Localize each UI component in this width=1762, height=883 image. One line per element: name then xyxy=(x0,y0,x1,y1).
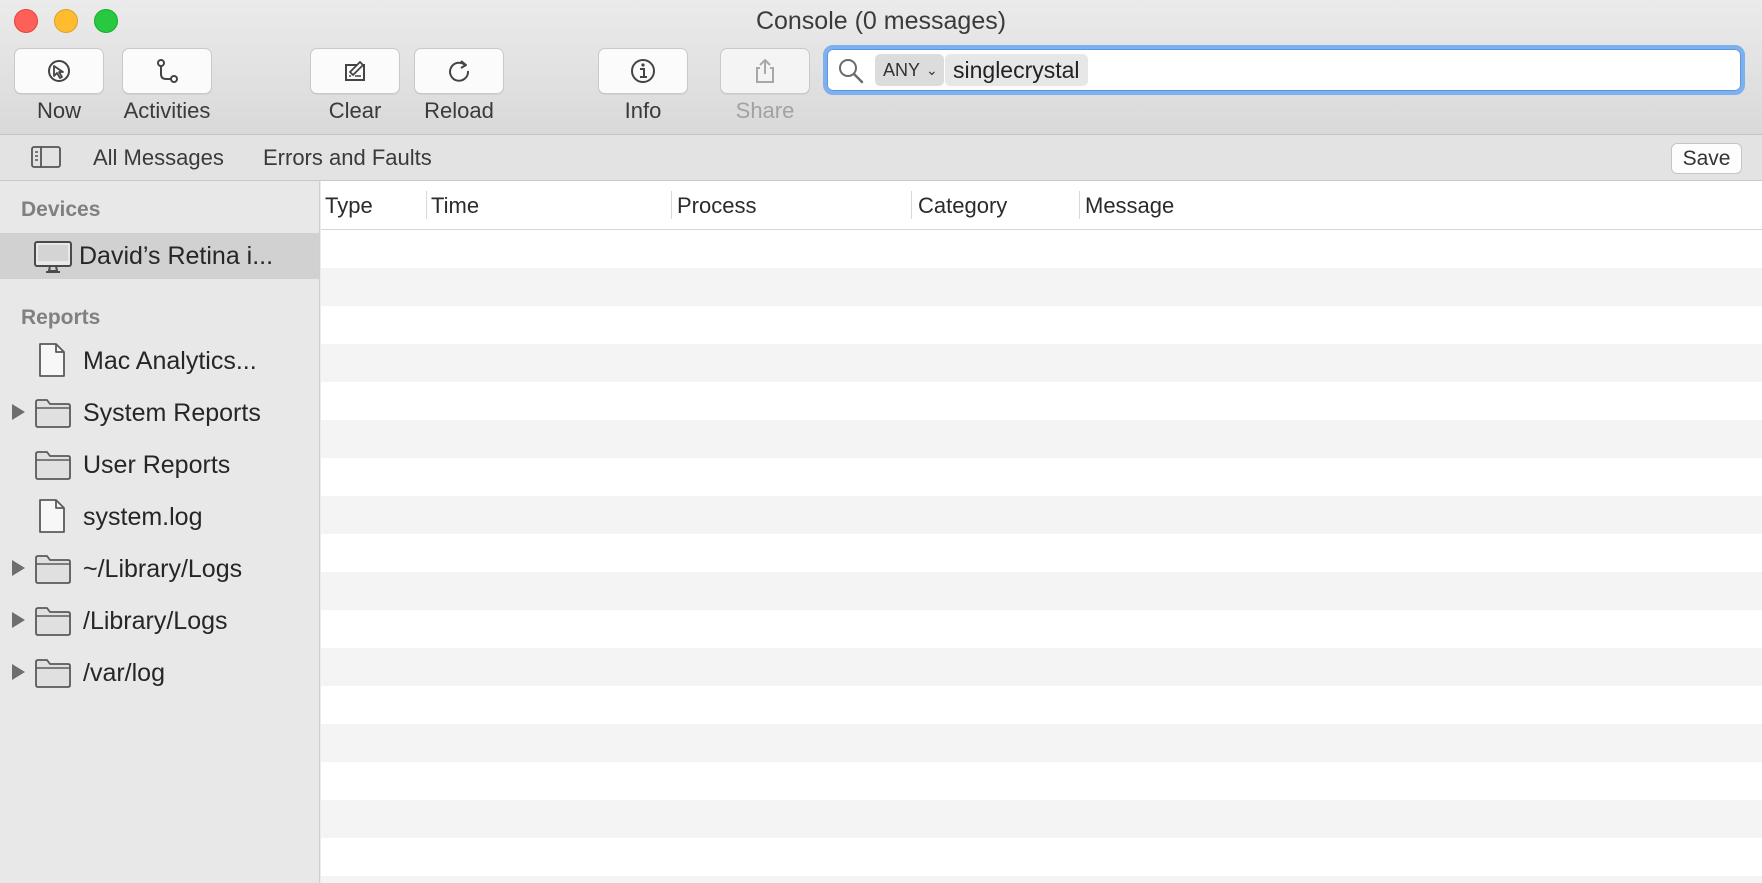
search-token-value[interactable]: singlecrystal xyxy=(945,54,1088,86)
all-messages-filter[interactable]: All Messages xyxy=(93,145,224,171)
empty-table-row xyxy=(321,344,1762,382)
report-label: User Reports xyxy=(83,451,231,479)
info-button[interactable] xyxy=(598,48,688,94)
now-label: Now xyxy=(36,98,81,123)
column-process[interactable]: Process xyxy=(677,193,756,219)
token-field-label: ANY xyxy=(883,59,921,80)
folder-icon xyxy=(34,397,72,434)
now-icon xyxy=(48,60,70,82)
document-icon xyxy=(38,498,66,539)
disclosure-triangle-icon[interactable] xyxy=(12,560,25,576)
sidebar-item-report[interactable]: System Reports xyxy=(0,390,319,436)
empty-table-row xyxy=(321,876,1762,883)
folder-icon xyxy=(34,605,72,642)
column-divider[interactable] xyxy=(911,191,912,219)
column-time[interactable]: Time xyxy=(431,193,479,219)
reload-icon xyxy=(449,60,470,82)
info-label: Info xyxy=(624,98,662,123)
sidebar-item-report[interactable]: User Reports xyxy=(0,442,319,488)
empty-table-row xyxy=(321,572,1762,610)
disclosure-triangle-icon[interactable] xyxy=(12,664,25,680)
devices-header: Devices xyxy=(21,198,101,221)
empty-table-row xyxy=(321,420,1762,458)
empty-table-row xyxy=(321,686,1762,724)
window-title: Console (0 messages) xyxy=(755,7,1007,35)
activities-button[interactable] xyxy=(122,48,212,94)
sidebar-item-report[interactable]: /Library/Logs xyxy=(0,598,319,644)
column-divider[interactable] xyxy=(426,191,427,219)
search-field[interactable]: ANY ⌄ singlecrystal xyxy=(823,45,1745,95)
folder-icon xyxy=(34,657,72,694)
clear-icon xyxy=(345,61,365,81)
empty-table-row xyxy=(321,610,1762,648)
empty-table-row xyxy=(321,496,1762,534)
empty-table-row xyxy=(321,458,1762,496)
empty-table-row xyxy=(321,724,1762,762)
empty-table-row xyxy=(321,800,1762,838)
empty-table-row xyxy=(321,230,1762,268)
activities-icon xyxy=(157,59,178,83)
sidebar-item-report[interactable]: Mac Analytics... xyxy=(0,338,319,384)
sidebar-item-report[interactable]: /var/log xyxy=(0,650,319,696)
save-button[interactable]: Save xyxy=(1671,143,1742,174)
report-label: /var/log xyxy=(83,659,165,687)
activities-label: Activities xyxy=(123,98,211,123)
filter-bar: All Messages Errors and Faults Save xyxy=(0,135,1762,181)
magnifier-icon xyxy=(839,59,864,84)
empty-table-row xyxy=(321,648,1762,686)
report-label: /Library/Logs xyxy=(83,607,228,635)
clear-label: Clear xyxy=(328,98,382,123)
disclosure-triangle-icon[interactable] xyxy=(12,404,25,420)
empty-table-row xyxy=(321,268,1762,306)
message-table: Type Time Process Category Message xyxy=(321,181,1762,883)
toolbar: Console (0 messages) Now Activities Clea… xyxy=(0,0,1762,135)
reports-header: Reports xyxy=(21,306,101,329)
report-label: Mac Analytics... xyxy=(83,347,257,375)
report-label: ~/Library/Logs xyxy=(83,555,243,583)
sidebar: Devices David’s Retina i... Reports Mac … xyxy=(0,181,320,883)
document-icon xyxy=(38,342,66,383)
column-divider[interactable] xyxy=(671,191,672,219)
report-label: System Reports xyxy=(83,399,261,427)
share-label: Share xyxy=(735,98,795,123)
table-header: Type Time Process Category Message xyxy=(321,181,1762,230)
column-message[interactable]: Message xyxy=(1085,193,1174,219)
report-label: system.log xyxy=(83,503,203,531)
empty-table-row xyxy=(321,534,1762,572)
empty-table-row xyxy=(321,382,1762,420)
sidebar-item-device[interactable]: David’s Retina i... xyxy=(0,233,319,279)
table-body xyxy=(321,230,1762,883)
imac-icon xyxy=(34,241,72,273)
sidebar-item-report[interactable]: ~/Library/Logs xyxy=(0,546,319,592)
disclosure-triangle-icon[interactable] xyxy=(12,612,25,628)
now-button[interactable] xyxy=(14,48,104,94)
reload-label: Reload xyxy=(424,98,494,123)
column-category[interactable]: Category xyxy=(918,193,1007,219)
device-label: David’s Retina i... xyxy=(79,242,274,270)
sidebar-item-report[interactable]: system.log xyxy=(0,494,319,540)
share-icon xyxy=(756,59,774,83)
folder-icon xyxy=(34,449,72,486)
console-window: Console (0 messages) Now Activities Clea… xyxy=(0,0,1762,883)
errors-faults-filter[interactable]: Errors and Faults xyxy=(263,145,432,171)
share-button[interactable] xyxy=(720,48,810,94)
column-divider[interactable] xyxy=(1079,191,1080,219)
empty-table-row xyxy=(321,306,1762,344)
info-icon xyxy=(631,59,655,83)
search-input[interactable] xyxy=(1097,54,1731,88)
sidebar-toggle-icon[interactable] xyxy=(31,146,61,168)
reload-button[interactable] xyxy=(414,48,504,94)
empty-table-row xyxy=(321,762,1762,800)
folder-icon xyxy=(34,553,72,590)
empty-table-row xyxy=(321,838,1762,876)
chevron-down-icon: ⌄ xyxy=(926,61,938,78)
search-token-field-selector[interactable]: ANY ⌄ xyxy=(875,54,944,86)
column-type[interactable]: Type xyxy=(325,193,373,219)
clear-button[interactable] xyxy=(310,48,400,94)
